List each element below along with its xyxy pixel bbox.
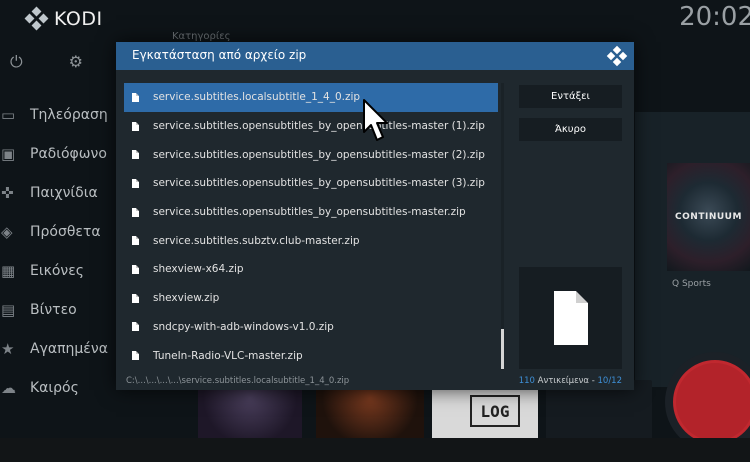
sidebar-item-label: Πρόσθετα [30,223,101,240]
top-icons: ⏻ ⚙ [10,52,83,72]
file-icon [553,291,588,345]
list-item[interactable]: shexview.zip [124,284,498,313]
ok-button[interactable]: Εντάξει [519,85,622,108]
file-icon [132,293,139,303]
sidebar-item-video[interactable]: ▤ Βίντεο [0,290,112,329]
pictures-icon: ▦ [1,261,16,280]
weather-icon: ☁ [1,378,16,397]
file-name: sndcpy-with-adb-windows-v1.0.zip [153,320,334,333]
file-name: shexview.zip [153,292,220,305]
file-preview [519,267,622,369]
file-name: service.subtitles.opensubtitles_by_opens… [153,206,466,219]
list-item[interactable]: service.subtitles.opensubtitles_by_opens… [124,112,498,141]
kodi-logo-icon [24,6,49,31]
star-icon: ★ [1,339,15,358]
continuum-addon-tile[interactable]: CONTINUUM [667,163,750,271]
sidebar-item-pictures[interactable]: ▦ Εικόνες [0,251,112,290]
clock: 20:02 [679,2,750,32]
gear-icon[interactable]: ⚙ [69,52,83,72]
sidebar-item-games[interactable]: ✜ Παιχνίδια [0,173,112,212]
app-name: KODI [54,8,103,30]
kodi-close-icon[interactable] [606,45,628,67]
addon-tile-red[interactable] [665,352,750,452]
sidebar-item-weather[interactable]: ☁ Καιρός [0,368,112,407]
sidebar-item-radio[interactable]: ▣ Ραδιόφωνο [0,134,112,173]
scrollbar-thumb[interactable] [501,329,504,369]
file-icon [132,207,139,217]
file-icon [132,92,139,102]
sidebar-item-label: Εικόνες [30,262,85,279]
file-name: shexview-x64.zip [153,263,244,276]
sidebar-item-label: Βίντεο [30,301,77,318]
sidebar-item-label: Τηλεόραση [30,106,108,123]
video-icon: ▤ [1,300,16,319]
gamepad-icon: ✜ [1,183,14,202]
list-item[interactable]: service.subtitles.localsubtitle_1_4_0.zi… [124,83,498,112]
file-icon [132,178,139,188]
list-item[interactable]: service.subtitles.opensubtitles_by_opens… [124,198,498,227]
radio-icon: ▣ [1,144,16,163]
bottom-bar [0,438,750,462]
qsports-label: Q Sports [672,279,711,289]
list-item[interactable]: service.subtitles.opensubtitles_by_opens… [124,140,498,169]
item-position: 10/12 [597,376,623,386]
list-item[interactable]: service.subtitles.subztv.club-master.zip [124,226,498,255]
file-icon [132,121,139,131]
sidebar-item-label: Αγαπημένα [30,340,108,357]
list-item[interactable]: TuneIn-Radio-VLC-master.zip [124,341,498,370]
file-name: service.subtitles.subztv.club-master.zip [153,234,360,247]
power-icon[interactable]: ⏻ [10,52,23,72]
sidebar-item-addons[interactable]: ◈ Πρόσθετα [0,212,112,251]
file-icon [132,351,139,361]
item-count-label: Αντικείμενα - [537,376,598,386]
file-icon [132,322,139,332]
sidebar-item-label: Καιρός [30,379,79,396]
file-name: service.subtitles.localsubtitle_1_4_0.zi… [153,91,361,104]
item-count: 110 Αντικείμενα - 10/12 [519,376,622,386]
log-viewer-logo: LOG [470,395,520,427]
sidebar-item-label: Παιχνίδια [30,184,98,201]
dialog-header: Εγκατάσταση από αρχείο zip [116,42,634,70]
cancel-button[interactable]: Άκυρο [519,118,622,141]
sidebar-item-label: Ραδιόφωνο [30,145,107,162]
current-path: C:\...\...\...\...\service.subtitles.loc… [126,376,350,386]
file-name: TuneIn-Radio-VLC-master.zip [153,349,303,362]
file-icon [132,236,139,246]
dialog-title: Εγκατάσταση από αρχείο zip [132,48,307,62]
kodi-logo: KODI [24,6,103,31]
sidebar: ▭ Τηλεόραση ▣ Ραδιόφωνο ✜ Παιχνίδια ◈ Πρ… [0,95,112,407]
install-from-zip-dialog: Εγκατάσταση από αρχείο zip service.subti… [116,42,634,390]
mouse-cursor-icon [363,99,388,141]
sidebar-item-tv[interactable]: ▭ Τηλεόραση [0,95,112,134]
sidebar-item-favourites[interactable]: ★ Αγαπημένα [0,329,112,368]
list-item[interactable]: shexview-x64.zip [124,255,498,284]
file-name: service.subtitles.opensubtitles_by_opens… [153,177,485,190]
file-icon [132,264,139,274]
addons-icon: ◈ [1,222,13,241]
breadcrumb: Κατηγορίες [172,31,231,42]
file-name: service.subtitles.opensubtitles_by_opens… [153,120,485,133]
scrollbar-track[interactable] [501,83,504,370]
item-count-number: 110 [518,376,535,386]
file-list: service.subtitles.localsubtitle_1_4_0.zi… [124,83,498,370]
list-item[interactable]: service.subtitles.opensubtitles_by_opens… [124,169,498,198]
list-item[interactable]: sndcpy-with-adb-windows-v1.0.zip [124,313,498,342]
top-bar: KODI 20:02 [0,0,750,38]
file-name: service.subtitles.opensubtitles_by_opens… [153,148,485,161]
file-icon [132,150,139,160]
tv-icon: ▭ [1,105,16,124]
